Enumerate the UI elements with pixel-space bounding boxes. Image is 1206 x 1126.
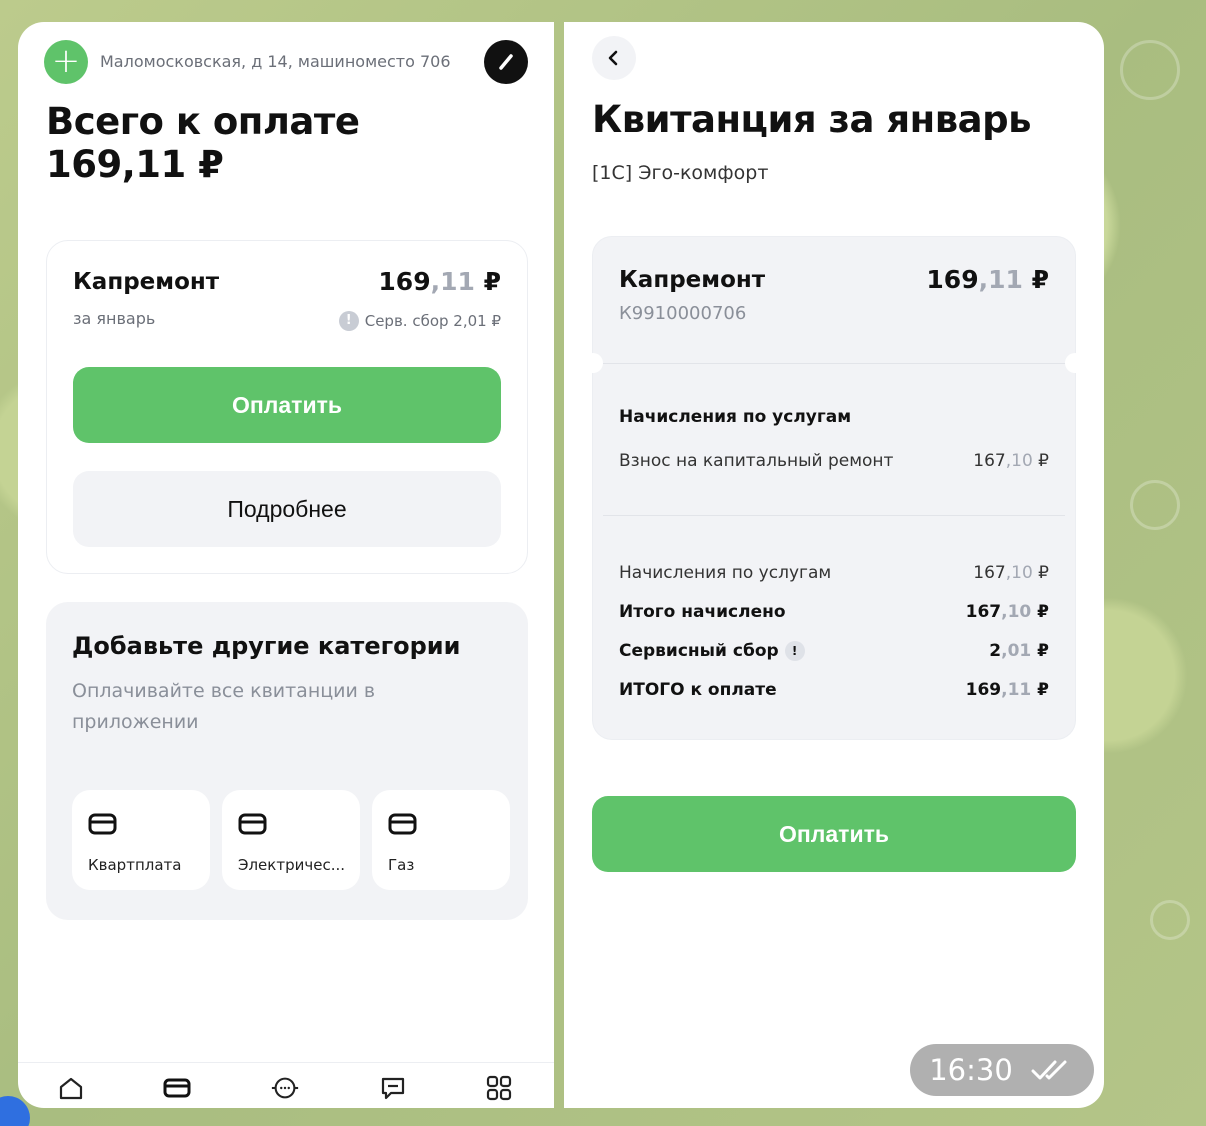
summary-value: 167,10 ₽ [966,602,1049,622]
divider [603,515,1065,516]
receipt-provider: [1С] Эго-комфорт [592,162,769,184]
receipt-pay-button[interactable]: Оплатить [592,796,1076,872]
category-label: Газ [388,856,415,874]
pencil-icon [499,54,513,70]
payments-screen: + Маломосковская, д 14, машиноместо 706 … [18,22,554,1108]
address-label[interactable]: Маломосковская, д 14, машиноместо 706 [100,52,451,71]
service-value-kop: ,10 [1005,451,1033,471]
account-number: К9910000706 [619,303,747,324]
bill-amount: 169,11 ₽ [378,267,501,296]
wallet-icon [388,813,417,835]
service-row: Взнос на капитальный ремонт 167,10 ₽ [619,451,1049,471]
category-kvartplata[interactable]: Квартплата [72,790,210,890]
summary-value-currency: ₽ [1031,641,1049,661]
summary-label: Итого начислено [619,602,786,622]
ticket-notch [1065,353,1085,373]
bill-amount-currency: ₽ [474,267,501,296]
add-address-button[interactable]: + [44,40,88,84]
meter-icon [271,1077,299,1099]
summary-value: 167,10 ₽ [973,563,1049,583]
summary-value-main: 169 [965,680,1002,700]
tab-more[interactable] [484,1073,514,1103]
service-value-currency: ₽ [1032,451,1049,471]
receipt-amount-currency: ₽ [1022,265,1049,294]
summary-row: ИТОГО к оплате 169,11 ₽ [619,680,1049,700]
summary-value: 169,11 ₽ [966,680,1049,700]
category-electricity[interactable]: Электричес... [222,790,360,890]
service-value-main: 167 [973,451,1006,471]
info-icon[interactable]: ! [338,311,359,331]
tab-meters[interactable] [270,1073,300,1103]
divider [603,363,1065,364]
bill-amount-main: 169 [378,267,431,296]
summary-value-kop: ,10 [1005,563,1033,583]
services-section-title: Начисления по услугам [619,407,852,427]
receipt-bill-title: Капремонт [619,267,766,293]
summary-value-main: 167 [973,563,1006,583]
back-button[interactable] [592,36,636,80]
pay-button[interactable]: Оплатить [73,367,501,443]
wallet-icon [88,813,117,835]
message-time: 16:30 [929,1053,1013,1087]
tab-bar [18,1062,554,1108]
summary-value-main: 167 [965,602,1002,622]
plus-icon: + [51,41,81,81]
receipt-amount-main: 169 [926,265,979,294]
receipt-amount-kop: ,11 [978,265,1023,294]
total-title: Всего к оплате [46,100,360,143]
summary-label: Начисления по услугам [619,563,832,583]
tab-payments[interactable] [162,1073,192,1103]
categories-title: Добавьте другие категории [72,632,461,660]
edit-button[interactable] [484,40,528,84]
receipt-title: Квитанция за январь [592,98,1031,141]
receipt-screen: Квитанция за январь [1С] Эго-комфорт Кап… [564,22,1104,1108]
receipt-amount: 169,11 ₽ [926,265,1049,294]
category-label: Квартплата [88,856,182,874]
service-value: 167,10 ₽ [973,451,1049,471]
add-categories-card: Добавьте другие категории Оплачивайте вс… [46,602,528,920]
wallet-icon [163,1078,191,1098]
bill-amount-kop: ,11 [430,267,475,296]
category-gas[interactable]: Газ [372,790,510,890]
summary-value-kop: ,01 [1001,641,1032,661]
double-check-icon [1031,1060,1067,1080]
summary-value: 2,01 ₽ [989,641,1049,661]
home-icon [59,1077,83,1100]
receipt-card: Капремонт К9910000706 169,11 ₽ Начислени… [583,236,1085,740]
categories-subtitle: Оплачивайте все квитанции в приложении [72,680,376,733]
service-label: Взнос на капитальный ремонт [619,451,894,471]
summary-value-main: 2 [989,641,1002,661]
service-fee-text: Серв. сбор 2,01 ₽ [364,312,501,330]
ticket-notch [583,353,603,373]
service-fee[interactable]: ! Серв. сбор 2,01 ₽ [338,311,501,331]
summary-value-currency: ₽ [1031,680,1049,700]
category-label: Электричес... [238,856,345,874]
summary-label: ИТОГО к оплате [619,680,777,700]
chevron-left-icon [608,50,618,66]
wallet-icon [238,813,267,835]
summary-label-with-info: Сервисный сбор! [619,641,805,661]
top-bar: + Маломосковская, д 14, машиноместо 706 [44,40,528,86]
total-amount: 169,11 ₽ [46,143,224,186]
details-button[interactable]: Подробнее [73,471,501,547]
summary-value-currency: ₽ [1032,563,1049,583]
summary-row: Начисления по услугам 167,10 ₽ [619,563,1049,583]
summary-value-kop: ,11 [1001,680,1032,700]
summary-value-kop: ,10 [1001,602,1032,622]
tab-chat[interactable] [378,1073,408,1103]
bill-card: Капремонт за январь 169,11 ₽ ! Серв. сбо… [46,240,528,574]
tab-home[interactable] [56,1073,86,1103]
summary-row: Сервисный сбор! 2,01 ₽ [619,641,1049,661]
summary-row: Итого начислено 167,10 ₽ [619,602,1049,622]
message-time-badge: 16:30 [910,1044,1094,1096]
summary-label: Сервисный сбор [619,641,779,661]
summary-value-currency: ₽ [1031,602,1049,622]
bill-period: за январь [73,309,156,328]
grid-icon [486,1075,512,1101]
chat-icon [381,1077,405,1100]
info-icon[interactable]: ! [784,641,805,661]
bill-title: Капремонт [73,269,220,295]
